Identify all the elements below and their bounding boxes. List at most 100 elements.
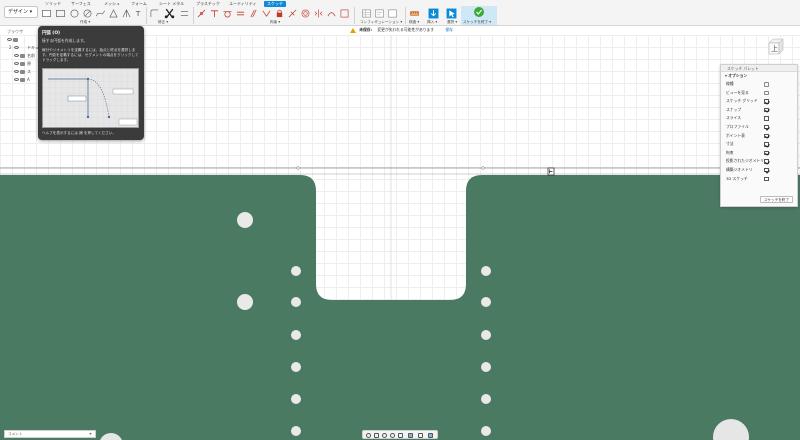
trim-icon[interactable] <box>164 8 175 19</box>
display-settings-icon[interactable] <box>408 433 413 438</box>
palette-option-row[interactable]: 3D スケッチ <box>721 175 797 184</box>
eye-icon[interactable] <box>14 62 19 65</box>
palette-option-row[interactable]: 寸法 <box>721 140 797 149</box>
rectangle-icon[interactable] <box>56 9 65 18</box>
browser-row-component[interactable]: A <box>3 76 43 84</box>
palette-option-row[interactable]: プロファイル <box>721 123 797 132</box>
palette-option-row[interactable]: スライス <box>721 114 797 123</box>
palette-option-row[interactable]: 投影されたジオメトリ <box>721 157 797 166</box>
modify-group-label[interactable]: 修正 ▾ <box>158 20 168 25</box>
create-sketch-icon[interactable] <box>42 9 51 18</box>
browser-row-sketches[interactable]: ス <box>3 68 43 76</box>
tab-mesh[interactable]: メッシュ <box>104 1 120 7</box>
midpoint-constraint-icon[interactable] <box>288 9 297 18</box>
collinear-constraint-icon[interactable] <box>210 9 219 18</box>
palette-checkbox[interactable] <box>764 150 769 156</box>
save-link[interactable]: 保存 <box>445 27 453 32</box>
browser-row-origin[interactable]: 原 <box>3 60 43 68</box>
fit-icon[interactable] <box>398 433 403 438</box>
config-rule-icon[interactable] <box>375 9 384 18</box>
add-comment-button[interactable]: + <box>89 431 92 437</box>
tab-utility[interactable]: ユーティリティ <box>229 1 257 7</box>
palette-option-row[interactable]: スナップ <box>721 106 797 115</box>
palette-finish-sketch-button[interactable]: スケッチを終了 <box>759 196 793 203</box>
tangent-constraint-icon[interactable] <box>223 9 232 18</box>
eye-icon[interactable] <box>7 38 12 41</box>
create-group-label[interactable]: 作成 ▾ <box>80 20 90 25</box>
curvature-constraint-icon[interactable] <box>327 9 336 18</box>
config-theme-icon[interactable] <box>388 9 397 18</box>
insert-group-label[interactable]: 挿入 ▾ <box>427 20 437 25</box>
palette-checkbox[interactable] <box>764 133 769 139</box>
look-at-icon[interactable] <box>764 90 769 96</box>
linetype-icon[interactable] <box>764 82 769 87</box>
palette-checkbox[interactable] <box>764 167 769 173</box>
sketch-palette-header[interactable]: スケッチ パレット <box>721 65 797 72</box>
view-cube[interactable]: 上 <box>765 36 787 58</box>
configurations-group-label[interactable]: コンフィギュレーション ▾ <box>360 20 402 25</box>
browser-row-root[interactable] <box>3 36 43 44</box>
grid-settings-icon[interactable] <box>418 433 423 438</box>
equal-constraint-icon[interactable] <box>236 9 245 18</box>
eye-icon[interactable] <box>14 54 19 57</box>
palette-checkbox[interactable] <box>764 176 769 182</box>
zoom-icon[interactable] <box>390 433 395 438</box>
palette-options-section[interactable]: ▾ オプション <box>721 72 797 80</box>
concentric-constraint-icon[interactable] <box>301 9 310 18</box>
tab-plastic[interactable]: プラスチック <box>196 1 220 7</box>
select-icon[interactable] <box>446 8 457 19</box>
browser-title[interactable]: ブラウザ <box>3 28 43 36</box>
palette-option-row[interactable]: ビューを見る <box>721 89 797 98</box>
eye-icon[interactable] <box>14 78 19 81</box>
tab-sheet-metal[interactable]: シート メタル <box>159 1 184 7</box>
circle-icon[interactable] <box>70 9 79 18</box>
palette-checkbox[interactable] <box>764 142 769 147</box>
palette-checkbox[interactable] <box>764 99 769 104</box>
eye-icon[interactable] <box>14 46 19 49</box>
select-group-label[interactable]: 選択 ▾ <box>447 20 457 25</box>
palette-checkbox[interactable] <box>764 116 769 121</box>
measure-icon[interactable] <box>410 9 419 18</box>
offset-icon[interactable] <box>180 9 189 18</box>
finish-sketch-check-icon[interactable] <box>474 7 484 17</box>
tab-sketch[interactable]: スケッチ <box>264 1 286 7</box>
polygon-icon[interactable] <box>109 9 118 18</box>
viewports-icon[interactable] <box>428 433 433 438</box>
constraints-group-label[interactable]: 拘束 ▾ <box>270 20 280 25</box>
palette-option-row[interactable]: スケッチ グリッド <box>721 97 797 106</box>
horizontal-constraint-icon[interactable] <box>340 9 349 18</box>
palette-checkbox[interactable] <box>764 124 769 130</box>
parallel-constraint-icon[interactable] <box>249 9 258 18</box>
tab-solid[interactable]: ソリッド <box>45 1 61 7</box>
tab-form[interactable]: フォーム <box>131 1 147 7</box>
comments-bar[interactable]: コメント + <box>4 430 96 438</box>
point-icon[interactable] <box>122 9 131 18</box>
palette-option-row[interactable]: 構築ジオメトリ <box>721 166 797 175</box>
symmetry-constraint-icon[interactable] <box>314 9 323 18</box>
pan-icon[interactable] <box>382 433 387 438</box>
palette-checkbox[interactable] <box>764 159 769 164</box>
palette-option-row[interactable]: 拘束 <box>721 149 797 158</box>
config-table-icon[interactable] <box>362 9 371 18</box>
fillet-icon[interactable] <box>150 9 159 18</box>
palette-option-row[interactable]: ポイント表 <box>721 132 797 141</box>
finish-sketch-label[interactable]: スケッチを終了 ▾ <box>463 20 491 25</box>
palette-checkbox[interactable] <box>764 107 769 113</box>
fix-constraint-icon[interactable] <box>275 9 284 18</box>
line-icon[interactable] <box>83 9 92 18</box>
perpendicular-constraint-icon[interactable] <box>262 9 271 18</box>
coincident-constraint-icon[interactable] <box>197 9 206 18</box>
orbit-icon[interactable] <box>366 433 371 438</box>
tab-surface[interactable]: サーフェス <box>71 1 91 7</box>
insert-icon[interactable] <box>428 8 439 19</box>
palette-option-row[interactable]: 線種 <box>721 80 797 89</box>
look-at-icon[interactable] <box>374 433 379 438</box>
browser-row-document[interactable]: 2 ドキュ <box>3 44 43 52</box>
view-cube-icon[interactable]: 上 <box>765 36 787 58</box>
workspace-switcher[interactable]: デザイン ▾ <box>4 6 38 18</box>
browser-row-named-views[interactable]: 名前 <box>3 52 43 60</box>
text-icon[interactable]: T <box>135 9 144 18</box>
inspect-group-label[interactable]: 検査 ▾ <box>409 20 419 25</box>
spline-icon[interactable] <box>96 9 105 18</box>
eye-icon[interactable] <box>14 70 19 73</box>
